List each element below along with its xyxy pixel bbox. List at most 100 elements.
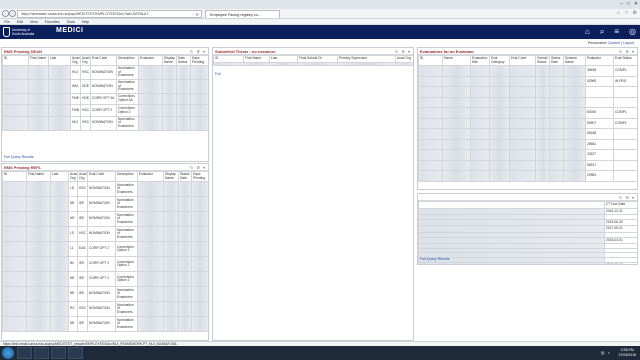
column-header[interactable]: Eval Status (613, 54, 637, 67)
content-link[interactable]: Content (608, 41, 621, 45)
chevron-down-icon[interactable]: ▾ (632, 49, 634, 54)
menu-favorites[interactable]: Favorites (45, 19, 60, 24)
volume-icon[interactable]: ◖ (608, 350, 610, 355)
address-input[interactable]: https://lanexastc.unisa.edu.au/psp/MEDIT… (17, 10, 202, 18)
table-row[interactable]: LS HSC NOMINATION Nomination of Examiners (2, 226, 208, 243)
start-button[interactable] (2, 347, 14, 359)
minimize-icon[interactable]: – (620, 1, 623, 7)
table-row[interactable]: 56917 (418, 159, 637, 172)
table-row[interactable]: NE IEE NOMINATION Nomination of Examiners (2, 211, 208, 228)
column-header[interactable]: ID (213, 55, 244, 63)
column-header[interactable]: Primary Supervisor (337, 55, 396, 63)
column-header[interactable]: Date Status (176, 54, 191, 67)
column-header[interactable]: Eval Code (87, 170, 116, 183)
home-icon[interactable]: ⌂ (585, 27, 590, 37)
column-header[interactable]: Display Name (163, 170, 179, 183)
maximize-icon[interactable]: □ (627, 1, 630, 7)
full-query-results-link[interactable]: Full Query Results (4, 155, 34, 159)
home-browser-icon[interactable]: ⌂ (617, 10, 620, 16)
taskbar-clock[interactable]: 2:35 PM 27/04/2016 (618, 348, 636, 358)
table-row[interactable]: 2015-06-30 (418, 218, 637, 227)
table-row[interactable]: 50907 COMPL (418, 117, 637, 130)
refresh-icon[interactable]: ↻ (619, 195, 622, 200)
column-header[interactable]: ID (2, 54, 29, 67)
full-results-link[interactable]: Full (215, 72, 221, 76)
table-row[interactable]: LS HSC NOMINATION Nomination of Examiners (2, 181, 208, 198)
column-header[interactable]: Last (50, 170, 69, 183)
settings-icon[interactable]: ⚙ (401, 49, 405, 54)
settings-icon[interactable]: ⚙ (196, 49, 200, 54)
layout-link[interactable]: Layout (623, 41, 634, 45)
refresh-icon[interactable]: ↻ (190, 165, 193, 170)
compass-icon[interactable]: ◎ (629, 27, 636, 37)
column-header[interactable]: Name (442, 54, 471, 67)
hamburger-icon[interactable]: ≡ (614, 27, 619, 37)
column-header[interactable]: Last (48, 54, 71, 67)
settings-icon[interactable]: ⚙ (196, 165, 200, 170)
chevron-down-icon[interactable]: ▾ (632, 195, 634, 200)
chevron-down-icon[interactable]: ▾ (203, 165, 205, 170)
refresh-icon[interactable]: ↻ (619, 49, 622, 54)
column-header[interactable]: Eval Code (90, 54, 117, 67)
table-row[interactable]: RC HSC NOMINATION Nomination of Examiners (2, 301, 208, 318)
table-row[interactable]: 20981 (418, 170, 637, 182)
column-header[interactable]: Description (115, 170, 138, 183)
column-header[interactable]: Acad Org (395, 55, 413, 63)
menu-view[interactable]: View (30, 19, 38, 24)
column-header[interactable]: First Name (243, 55, 270, 63)
column-header[interactable]: Evaluator (137, 170, 164, 183)
column-header[interactable]: First Name (28, 54, 49, 67)
column-header[interactable]: Final Submit Dt (297, 55, 338, 63)
table-row[interactable]: 2016-12-31 (418, 207, 637, 216)
column-header[interactable]: Description (116, 54, 139, 67)
column-header[interactable]: First Name (26, 170, 51, 183)
settings-icon[interactable]: ⚙ (633, 10, 637, 16)
column-header[interactable]: Eval Code (509, 54, 536, 67)
column-header[interactable]: ID (2, 170, 27, 183)
table-row[interactable]: HL0 HSC NOMINATION Nomination of Examiners (2, 65, 208, 80)
column-header[interactable]: CT Due Date (604, 201, 637, 209)
taskbar-app-explorer[interactable] (17, 347, 32, 359)
browser-tab[interactable]: Employee Facing registry co... (205, 10, 280, 18)
column-header[interactable]: Acad Org (70, 54, 81, 67)
refresh-icon[interactable]: ↻ (395, 49, 398, 54)
search-icon[interactable]: ⌕ (600, 27, 604, 37)
table-row[interactable]: 2017-09-01 (418, 225, 637, 233)
menu-edit[interactable]: Edit (17, 19, 23, 24)
table-row[interactable]: HL0 HSC NOMINATION Nomination of Examiners (2, 115, 208, 131)
back-icon[interactable]: ‹ (2, 10, 9, 17)
taskbar-app-media[interactable] (34, 347, 49, 359)
table-row[interactable]: IM IEE CORR OPT 2 Corrections Option 2 (2, 256, 208, 273)
table-row[interactable]: 55188 (418, 128, 637, 140)
column-header[interactable]: Overall Status (535, 54, 550, 67)
column-header[interactable]: Acad Org (80, 54, 91, 67)
column-header[interactable]: Acad Org (77, 170, 88, 183)
column-header[interactable]: Eval Category (489, 54, 510, 67)
table-row[interactable]: 2015-03-01 (418, 236, 637, 245)
table-row[interactable]: 52965 IN PRO (418, 75, 637, 88)
table-row[interactable]: NE IEE NOMINATION Nomination of Examiners (2, 196, 208, 213)
forward-icon[interactable]: › (9, 10, 16, 17)
column-header[interactable]: ID (418, 54, 443, 67)
column-header[interactable]: Status Date (549, 54, 564, 67)
table-row[interactable]: NE IEE NOMINATION Nomination of Examiners (2, 316, 208, 333)
table-row[interactable] (418, 96, 637, 109)
network-icon[interactable]: ▤ (601, 350, 605, 355)
settings-icon[interactable]: ⚙ (625, 49, 629, 54)
table-row[interactable]: NE IEE CORR OPT 2 Corrections Option 2 (2, 271, 208, 288)
column-header[interactable]: Status Date (178, 170, 192, 183)
table-row[interactable]: WM HDE NOMINATION Nomination of Examiners (2, 78, 208, 94)
refresh-icon[interactable]: ⟳ (196, 11, 199, 17)
column-header[interactable]: Evaluator (138, 54, 163, 67)
table-row[interactable]: 26581 (418, 138, 637, 151)
table-row[interactable] (418, 86, 637, 98)
refresh-icon[interactable]: ↻ (190, 49, 193, 54)
table-row[interactable]: LL EAS CORR OPT 2 Corrections Option 2 (2, 241, 208, 258)
menu-tools[interactable]: Tools (67, 19, 75, 24)
settings-icon[interactable]: ⚙ (625, 195, 629, 200)
table-row[interactable]: 60030 COMPL (418, 107, 637, 119)
table-row[interactable]: FME HDE CORR OPT 3A Corrections Option 3A (2, 92, 208, 106)
table-row[interactable]: 2015-03-15 (418, 261, 637, 264)
taskbar-app-word[interactable] (68, 347, 83, 359)
column-header[interactable]: Days Pending (191, 170, 208, 183)
